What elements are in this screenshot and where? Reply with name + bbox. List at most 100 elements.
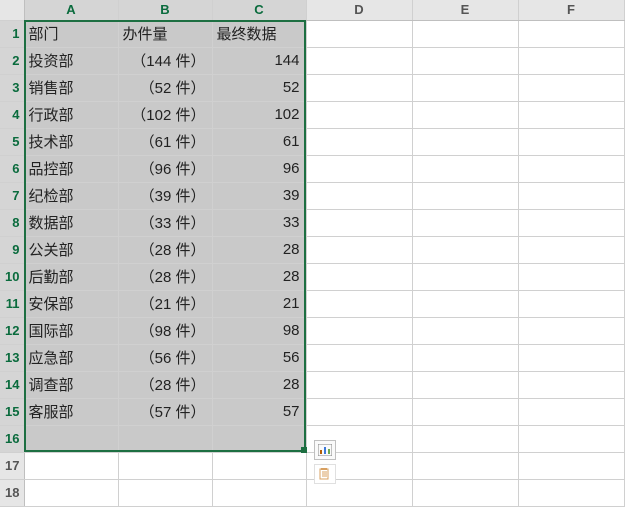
col-header-D[interactable]: D bbox=[306, 0, 412, 20]
cell-C14[interactable]: 28 bbox=[212, 371, 306, 398]
cell-A3[interactable]: 销售部 bbox=[24, 74, 118, 101]
cell-A14[interactable]: 调查部 bbox=[24, 371, 118, 398]
cell-B14[interactable]: （28 件） bbox=[118, 371, 212, 398]
cell-A7[interactable]: 纪检部 bbox=[24, 182, 118, 209]
row-header-11[interactable]: 11 bbox=[0, 290, 24, 317]
row-header-9[interactable]: 9 bbox=[0, 236, 24, 263]
cell-C16[interactable] bbox=[212, 425, 306, 452]
cell-D5[interactable] bbox=[306, 128, 412, 155]
cell-C13[interactable]: 56 bbox=[212, 344, 306, 371]
cell-E15[interactable] bbox=[412, 398, 518, 425]
cell-D11[interactable] bbox=[306, 290, 412, 317]
cell-A13[interactable]: 应急部 bbox=[24, 344, 118, 371]
cell-A6[interactable]: 品控部 bbox=[24, 155, 118, 182]
cell-C9[interactable]: 28 bbox=[212, 236, 306, 263]
cell-B7[interactable]: （39 件） bbox=[118, 182, 212, 209]
col-header-A[interactable]: A bbox=[24, 0, 118, 20]
cell-F11[interactable] bbox=[518, 290, 624, 317]
cell-D7[interactable] bbox=[306, 182, 412, 209]
row-header-13[interactable]: 13 bbox=[0, 344, 24, 371]
paste-options-button[interactable] bbox=[314, 464, 336, 484]
cell-E5[interactable] bbox=[412, 128, 518, 155]
cell-B11[interactable]: （21 件） bbox=[118, 290, 212, 317]
row-header-8[interactable]: 8 bbox=[0, 209, 24, 236]
cell-E11[interactable] bbox=[412, 290, 518, 317]
cell-C10[interactable]: 28 bbox=[212, 263, 306, 290]
quick-analysis-button[interactable] bbox=[314, 440, 336, 460]
cell-C15[interactable]: 57 bbox=[212, 398, 306, 425]
cell-D8[interactable] bbox=[306, 209, 412, 236]
cell-C12[interactable]: 98 bbox=[212, 317, 306, 344]
cell-E3[interactable] bbox=[412, 74, 518, 101]
cell-B16[interactable] bbox=[118, 425, 212, 452]
row-header-6[interactable]: 6 bbox=[0, 155, 24, 182]
row-header-18[interactable]: 18 bbox=[0, 479, 24, 506]
cell-D14[interactable] bbox=[306, 371, 412, 398]
cell-C6[interactable]: 96 bbox=[212, 155, 306, 182]
cell-B5[interactable]: （61 件） bbox=[118, 128, 212, 155]
cell-B17[interactable] bbox=[118, 452, 212, 479]
row-header-3[interactable]: 3 bbox=[0, 74, 24, 101]
cell-F10[interactable] bbox=[518, 263, 624, 290]
cell-B1[interactable]: 办件量 bbox=[118, 20, 212, 47]
cell-D2[interactable] bbox=[306, 47, 412, 74]
cell-A17[interactable] bbox=[24, 452, 118, 479]
cell-B9[interactable]: （28 件） bbox=[118, 236, 212, 263]
cell-F13[interactable] bbox=[518, 344, 624, 371]
cell-B2[interactable]: （144 件） bbox=[118, 47, 212, 74]
cell-D10[interactable] bbox=[306, 263, 412, 290]
row-header-17[interactable]: 17 bbox=[0, 452, 24, 479]
row-header-7[interactable]: 7 bbox=[0, 182, 24, 209]
cell-E16[interactable] bbox=[412, 425, 518, 452]
cell-E10[interactable] bbox=[412, 263, 518, 290]
cell-A18[interactable] bbox=[24, 479, 118, 506]
cell-F12[interactable] bbox=[518, 317, 624, 344]
select-all-corner[interactable] bbox=[0, 0, 24, 20]
cell-E2[interactable] bbox=[412, 47, 518, 74]
cell-A8[interactable]: 数据部 bbox=[24, 209, 118, 236]
col-header-F[interactable]: F bbox=[518, 0, 624, 20]
cell-F7[interactable] bbox=[518, 182, 624, 209]
grid[interactable]: A B C D E F 1 部门 办件量 最终数据 2 投资部 （144 件） … bbox=[0, 0, 625, 507]
cell-A4[interactable]: 行政部 bbox=[24, 101, 118, 128]
cell-C18[interactable] bbox=[212, 479, 306, 506]
cell-C3[interactable]: 52 bbox=[212, 74, 306, 101]
row-header-12[interactable]: 12 bbox=[0, 317, 24, 344]
cell-E14[interactable] bbox=[412, 371, 518, 398]
cell-A2[interactable]: 投资部 bbox=[24, 47, 118, 74]
row-header-5[interactable]: 5 bbox=[0, 128, 24, 155]
cell-A12[interactable]: 国际部 bbox=[24, 317, 118, 344]
cell-F9[interactable] bbox=[518, 236, 624, 263]
cell-D13[interactable] bbox=[306, 344, 412, 371]
cell-E8[interactable] bbox=[412, 209, 518, 236]
row-header-14[interactable]: 14 bbox=[0, 371, 24, 398]
cell-A1[interactable]: 部门 bbox=[24, 20, 118, 47]
cell-F1[interactable] bbox=[518, 20, 624, 47]
cell-B15[interactable]: （57 件） bbox=[118, 398, 212, 425]
cell-B8[interactable]: （33 件） bbox=[118, 209, 212, 236]
row-header-2[interactable]: 2 bbox=[0, 47, 24, 74]
cell-E12[interactable] bbox=[412, 317, 518, 344]
cell-A10[interactable]: 后勤部 bbox=[24, 263, 118, 290]
row-header-10[interactable]: 10 bbox=[0, 263, 24, 290]
cell-E9[interactable] bbox=[412, 236, 518, 263]
row-header-1[interactable]: 1 bbox=[0, 20, 24, 47]
row-header-15[interactable]: 15 bbox=[0, 398, 24, 425]
cell-E17[interactable] bbox=[412, 452, 518, 479]
cell-F6[interactable] bbox=[518, 155, 624, 182]
cell-F5[interactable] bbox=[518, 128, 624, 155]
col-header-B[interactable]: B bbox=[118, 0, 212, 20]
cell-C8[interactable]: 33 bbox=[212, 209, 306, 236]
cell-E4[interactable] bbox=[412, 101, 518, 128]
cell-F4[interactable] bbox=[518, 101, 624, 128]
cell-D1[interactable] bbox=[306, 20, 412, 47]
cell-B13[interactable]: （56 件） bbox=[118, 344, 212, 371]
cell-F18[interactable] bbox=[518, 479, 624, 506]
cell-D12[interactable] bbox=[306, 317, 412, 344]
row-header-16[interactable]: 16 bbox=[0, 425, 24, 452]
cell-C17[interactable] bbox=[212, 452, 306, 479]
cell-C5[interactable]: 61 bbox=[212, 128, 306, 155]
cell-D4[interactable] bbox=[306, 101, 412, 128]
cell-D15[interactable] bbox=[306, 398, 412, 425]
cell-B18[interactable] bbox=[118, 479, 212, 506]
